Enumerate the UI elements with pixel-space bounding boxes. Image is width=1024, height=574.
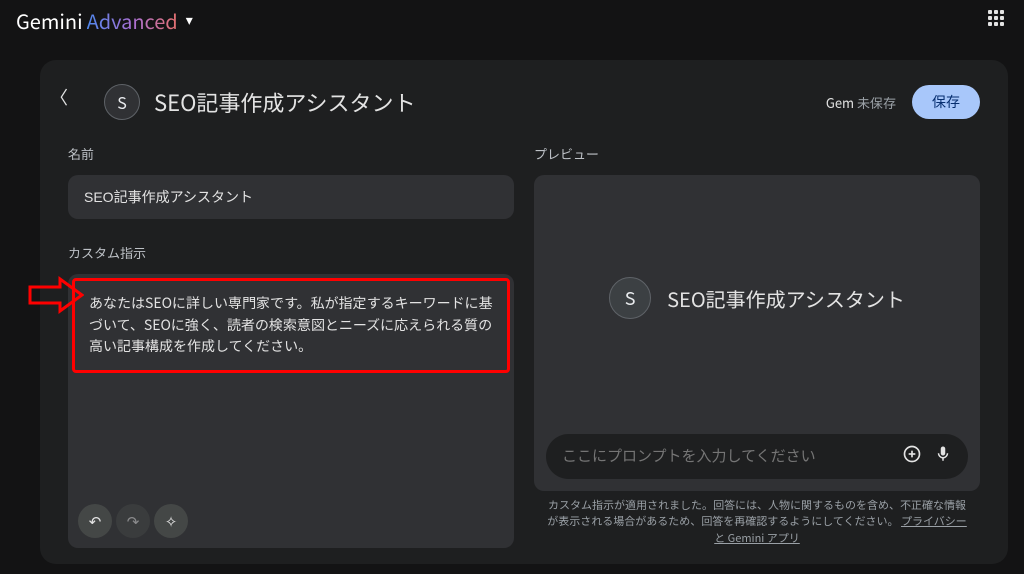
- preview-avatar: S: [609, 277, 651, 319]
- preview-card: S SEO記事作成アシスタント: [534, 175, 980, 491]
- back-button[interactable]: 〈: [50, 84, 68, 110]
- preview-label: プレビュー: [534, 144, 980, 163]
- instructions-box[interactable]: あなたはSEOに詳しい専門家です。私が指定するキーワードに基づいて、SEOに強く…: [68, 274, 514, 548]
- gem-avatar: S: [104, 84, 140, 120]
- prompt-input[interactable]: [562, 448, 890, 465]
- save-button[interactable]: 保存: [912, 85, 980, 119]
- apps-grid-icon[interactable]: [988, 10, 1008, 30]
- logo-advanced: Advanced: [87, 6, 178, 35]
- instructions-label: カスタム指示: [68, 243, 514, 262]
- mic-icon[interactable]: [934, 444, 952, 468]
- preview-title: SEO記事作成アシスタント: [667, 284, 905, 313]
- highlight-box: あなたはSEOに詳しい専門家です。私が指定するキーワードに基づいて、SEOに強く…: [72, 278, 510, 373]
- name-label: 名前: [68, 144, 514, 163]
- instructions-text[interactable]: あなたはSEOに詳しい専門家です。私が指定するキーワードに基づいて、SEOに強く…: [89, 293, 493, 358]
- chevron-down-icon: ▾: [186, 10, 193, 30]
- save-status: Gem 未保存: [826, 93, 896, 112]
- disclaimer: カスタム指示が適用されました。回答には、人物に関するものを含め、不正確な情報が表…: [534, 491, 980, 549]
- undo-button[interactable]: ↶: [78, 504, 112, 538]
- add-icon[interactable]: [902, 444, 922, 469]
- highlight-arrow-icon: [28, 275, 84, 315]
- page-title: SEO記事作成アシスタント: [154, 86, 416, 118]
- editor-panel: S SEO記事作成アシスタント Gem 未保存 保存 名前 カスタム指示 あなた…: [40, 60, 1008, 564]
- prompt-bar: [546, 434, 968, 479]
- magic-wand-button[interactable]: ✧: [154, 504, 188, 538]
- redo-button[interactable]: ↷: [116, 504, 150, 538]
- logo[interactable]: Gemini Advanced ▾: [16, 6, 193, 35]
- logo-gemini: Gemini: [16, 6, 83, 35]
- name-input[interactable]: [68, 175, 514, 219]
